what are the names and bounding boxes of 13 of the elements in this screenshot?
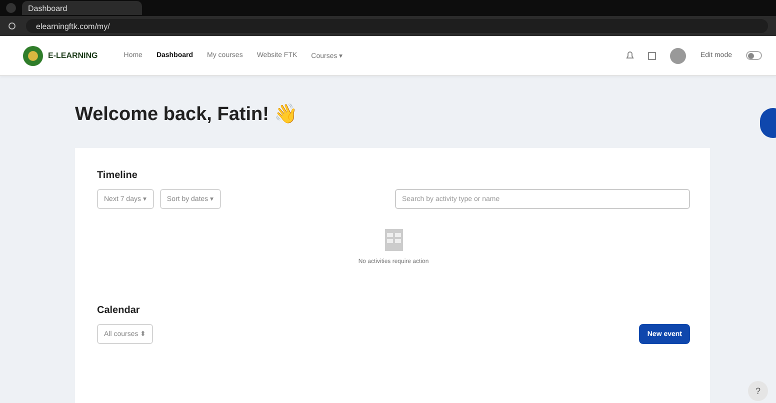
edit-mode-switch[interactable] <box>746 51 762 60</box>
logo-icon <box>22 44 44 66</box>
help-button[interactable]: ? <box>748 381 768 401</box>
logo-title: E-LEARNING <box>48 51 98 60</box>
calendar-title: Calendar <box>97 305 141 316</box>
welcome-heading: Welcome back, Fatin! 👋 <box>75 102 300 126</box>
avatar-icon[interactable] <box>670 48 686 64</box>
address-bar[interactable]: elearningftk.com/my/ <box>26 19 768 33</box>
reload-icon[interactable] <box>8 22 16 30</box>
timeline-title: Timeline <box>97 170 138 181</box>
calendar-icon <box>384 229 402 251</box>
browser-tab[interactable]: Dashboard <box>22 1 142 15</box>
bell-icon[interactable] <box>626 51 634 60</box>
